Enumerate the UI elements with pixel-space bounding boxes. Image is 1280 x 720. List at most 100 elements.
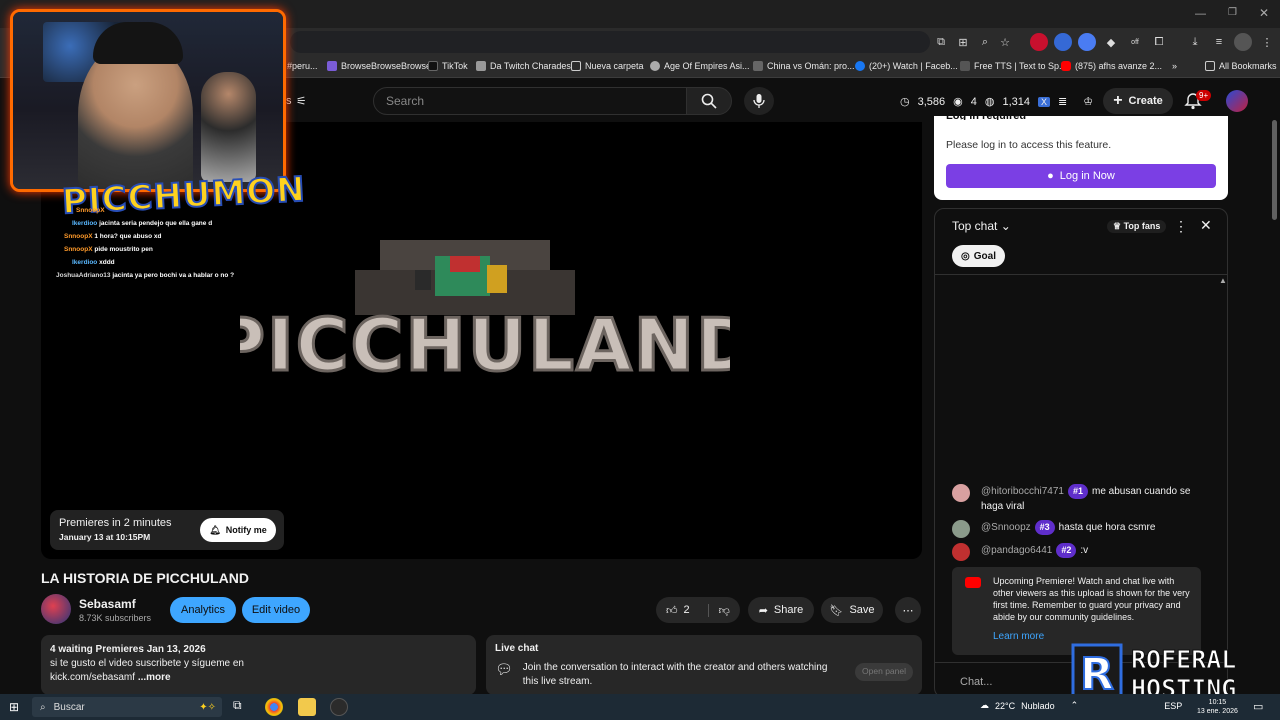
live-chat-title: Live chat — [495, 643, 539, 654]
bookmark-favicon — [960, 61, 970, 71]
bookmark-item[interactable]: #peru... — [287, 61, 318, 71]
chat-menu-icon[interactable]: ⋮ — [1174, 218, 1188, 235]
file-explorer-icon[interactable] — [298, 698, 316, 716]
scroll-up-icon[interactable]: ▲ — [1219, 276, 1227, 285]
youtube-icon — [1061, 61, 1071, 71]
bookmark-favicon — [327, 61, 337, 71]
obs-icon[interactable] — [330, 698, 348, 716]
create-button[interactable]: + Create — [1103, 88, 1173, 114]
stat-users: 1,314 — [1002, 95, 1031, 108]
minimize-icon[interactable]: — — [1195, 8, 1206, 20]
close-window-icon[interactable]: ✕ — [1259, 6, 1269, 20]
trophy-icon[interactable]: ♔ — [1083, 95, 1093, 108]
goal-chip[interactable]: ◎ Goal — [952, 245, 1005, 267]
login-text: Please log in to access this feature. — [946, 139, 1112, 151]
install-icon[interactable]: ⧉ — [932, 33, 950, 51]
windows-start-icon[interactable]: ⊞ — [9, 700, 19, 714]
chat-avatar — [952, 520, 970, 538]
bookmark-item[interactable]: (875) afhs avanze 2... — [1061, 61, 1162, 71]
overlay-chat-line: SnnoopX pide moustrito pen — [64, 246, 153, 253]
overlay-chat-line: Ikerdioo xddd — [72, 259, 115, 266]
share-button[interactable]: ➦ Share — [748, 597, 814, 623]
clock-icon: ◷ — [900, 96, 910, 108]
extension-red-icon[interactable] — [1030, 33, 1048, 51]
channel-avatar[interactable] — [41, 594, 71, 624]
search-icon: ⌕ — [40, 701, 46, 713]
bookmark-folder[interactable]: Nueva carpeta — [571, 61, 644, 71]
download-icon[interactable]: ⤓ — [1186, 33, 1204, 51]
analytics-button[interactable]: Analytics — [170, 597, 236, 623]
extension-circle-icon[interactable] — [1078, 33, 1096, 51]
tune-icon[interactable]: ⚟ — [296, 94, 307, 108]
login-now-button[interactable]: ● Log in Now — [946, 164, 1216, 188]
bookmark-favicon — [476, 61, 486, 71]
crown-icon: ♕ — [1113, 221, 1122, 231]
svg-text:R: R — [1080, 649, 1114, 700]
top-fans-button[interactable]: ♕ Top fans — [1107, 220, 1167, 233]
top-chat-dropdown[interactable]: Top chat ⌄ — [952, 219, 1011, 233]
clock[interactable]: 10:15 13 ene. 2026 — [1197, 698, 1238, 716]
menu-dots-icon[interactable]: ⋮ — [1258, 33, 1276, 51]
chat-bubble-icon: 💬︎ — [495, 661, 513, 677]
scroll-thumb[interactable] — [1272, 120, 1277, 220]
streamer-hair — [93, 22, 183, 64]
open-panel-button[interactable]: Open panel — [855, 663, 913, 681]
search-button[interactable] — [686, 87, 732, 115]
restore-icon[interactable]: ❐ — [1228, 7, 1237, 18]
address-bar[interactable] — [290, 31, 930, 53]
save-button[interactable]: 🔖︎ Save — [821, 597, 883, 623]
share-icon: ➦ — [758, 604, 768, 617]
bookmark-item[interactable]: Da Twitch Charades — [476, 61, 571, 71]
chevron-down-icon: ⌄ — [1000, 219, 1011, 233]
weather: Nublado — [1021, 700, 1055, 711]
language[interactable]: ESP — [1164, 701, 1182, 711]
show-more-link[interactable]: ...more — [138, 672, 171, 683]
notify-me-button[interactable]: 🔔︎ Notify me — [200, 518, 276, 542]
bookmark-item[interactable]: BrowseBrowseBrowse — [327, 61, 431, 71]
zoom-icon[interactable]: ⌕ — [976, 33, 994, 51]
chat-message: @pandago6441 #2:v — [952, 543, 1202, 561]
reading-list-icon[interactable]: ≡ — [1210, 33, 1228, 51]
more-bookmarks-icon[interactable]: » — [1172, 61, 1177, 71]
list-icon[interactable]: ≣ — [1058, 95, 1067, 108]
webcam-overlay — [10, 9, 286, 192]
description-box[interactable]: 4 waiting Premieres Jan 13, 2026 si te g… — [41, 635, 476, 695]
bookmark-item[interactable]: Age Of Empires Asi... — [650, 61, 750, 71]
account-avatar[interactable] — [1226, 90, 1248, 112]
more-actions-button[interactable]: ⋯ — [895, 597, 921, 623]
channel-name[interactable]: Sebasamf — [79, 597, 136, 611]
extension-off-icon[interactable]: off — [1126, 33, 1144, 51]
bookmark-item[interactable]: (20+) Watch | Faceb... — [855, 61, 958, 71]
extension-diamond-icon[interactable]: ◆ — [1102, 33, 1120, 51]
bookmark-item[interactable]: China vs Omán: pro... — [753, 61, 855, 71]
chevron-up-icon[interactable]: ⌃ — [1071, 700, 1079, 711]
extension-blue-icon[interactable] — [1054, 33, 1072, 51]
search-input[interactable]: Search — [373, 87, 687, 115]
thumbs-down-icon[interactable]: 👎︎ — [707, 603, 730, 617]
extensions-puzzle-icon[interactable]: ⧠ — [1150, 33, 1168, 51]
overlay-chat-line: Ikerdioo jacinta seria pendejo que ella … — [72, 220, 213, 227]
all-bookmarks[interactable]: All Bookmarks — [1205, 61, 1277, 71]
edit-video-button[interactable]: Edit video — [242, 597, 310, 623]
profile-icon[interactable] — [1234, 33, 1252, 51]
extension-x-icon[interactable]: X — [1038, 96, 1051, 107]
folder-icon — [571, 61, 581, 71]
notification-center-icon[interactable]: ▭ — [1253, 700, 1263, 713]
facebook-icon — [855, 61, 865, 71]
bookmark-star-icon[interactable]: ☆ — [996, 33, 1014, 51]
task-view-icon[interactable]: ⧉ — [233, 698, 242, 713]
upcoming-premiere-notice: Upcoming Premiere! Watch and chat live w… — [952, 567, 1201, 655]
chrome-taskbar-icon[interactable] — [265, 698, 283, 716]
bookmark-item[interactable]: TikTok — [428, 61, 468, 71]
youtube-logo-icon — [965, 577, 981, 588]
taskbar-search[interactable]: ⌕ Buscar ✦✧ — [32, 697, 222, 717]
close-chat-icon[interactable]: ✕ — [1200, 217, 1212, 234]
live-chat-prompt: Live chat 💬︎ Join the conversation to in… — [486, 635, 922, 695]
tiktok-icon — [428, 61, 438, 71]
translate-icon[interactable]: ⊞ — [954, 33, 972, 51]
users-icon: ◍ — [984, 96, 995, 108]
bookmark-item[interactable]: Free TTS | Text to Sp... — [960, 61, 1067, 71]
thumbs-up-icon[interactable]: 👍︎ — [666, 604, 678, 617]
learn-more-link[interactable]: Learn more — [993, 631, 1044, 643]
voice-search-button[interactable] — [744, 87, 774, 115]
